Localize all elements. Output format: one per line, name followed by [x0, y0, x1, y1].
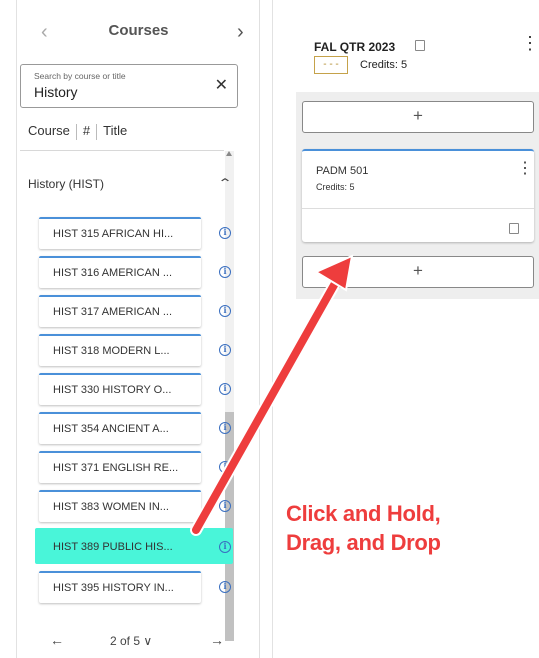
course-item[interactable]: HIST 316 AMERICAN ...: [39, 256, 201, 288]
course-item[interactable]: HIST 354 ANCIENT A...: [39, 412, 201, 444]
chevron-right-icon[interactable]: ›: [237, 20, 244, 44]
add-course-button[interactable]: +: [302, 101, 534, 133]
course-item[interactable]: HIST 383 WOMEN IN...: [39, 490, 201, 522]
scroll-up-arrow-icon[interactable]: [226, 151, 232, 156]
column-divider: [272, 0, 273, 658]
info-icon[interactable]: i: [219, 581, 231, 593]
sort-course[interactable]: Course: [28, 123, 70, 138]
term-status-badge: - - -: [314, 56, 348, 74]
panel-header: ‹ Courses ›: [17, 20, 260, 46]
term-title: FAL QTR 2023: [314, 40, 396, 54]
course-item[interactable]: HIST 317 AMERICAN ...: [39, 295, 201, 327]
search-value[interactable]: History: [34, 84, 78, 100]
annotation-line-1: Click and Hold,: [286, 501, 441, 526]
scrollbar-thumb[interactable]: [225, 412, 234, 641]
panel-title: Courses: [108, 22, 169, 39]
course-card-title: PADM 501: [316, 165, 369, 177]
info-icon[interactable]: i: [219, 344, 231, 356]
info-icon[interactable]: i: [219, 227, 231, 239]
page-select[interactable]: 2 of 5 ∨: [110, 634, 152, 648]
search-input[interactable]: Search by course or title History ✕: [20, 64, 238, 108]
info-icon[interactable]: i: [219, 541, 231, 553]
chevron-up-icon[interactable]: ⌃: [217, 176, 232, 190]
divider: [302, 208, 534, 209]
search-label: Search by course or title: [34, 71, 126, 81]
info-icon[interactable]: i: [219, 305, 231, 317]
instruction-annotation: Click and Hold, Drag, and Drop: [286, 499, 441, 557]
arrow-left-icon[interactable]: ←: [50, 632, 64, 648]
course-item[interactable]: HIST 315 AFRICAN HI...: [39, 217, 201, 249]
close-icon[interactable]: ✕: [215, 77, 228, 95]
divider: [20, 150, 224, 151]
course-card-credits: Credits: 5: [316, 182, 355, 192]
arrow-right-icon[interactable]: →: [210, 632, 224, 648]
course-item[interactable]: HIST 318 MODERN L...: [39, 334, 201, 366]
pager: ← 2 of 5 ∨ →: [20, 632, 230, 652]
more-options-icon[interactable]: ⋮: [521, 34, 539, 52]
note-icon[interactable]: [509, 223, 519, 234]
add-course-button[interactable]: +: [302, 256, 534, 288]
sort-title[interactable]: Title: [103, 123, 127, 138]
planned-course-card[interactable]: PADM 501 Credits: 5 ⋮: [302, 149, 534, 242]
info-icon[interactable]: i: [219, 266, 231, 278]
course-item[interactable]: HIST 395 HISTORY IN...: [39, 571, 201, 603]
term-credits: Credits: 5: [360, 59, 408, 71]
info-icon[interactable]: i: [219, 383, 231, 395]
sort-row: Course # Title: [28, 123, 127, 140]
course-item-highlighted[interactable]: HIST 389 PUBLIC HIS...: [35, 528, 233, 564]
info-icon[interactable]: i: [219, 500, 231, 512]
info-icon[interactable]: i: [219, 461, 231, 473]
info-icon[interactable]: i: [219, 422, 231, 434]
more-options-icon[interactable]: ⋮: [517, 158, 533, 178]
sort-number[interactable]: #: [83, 123, 90, 138]
course-item[interactable]: HIST 371 ENGLISH RE...: [39, 451, 201, 483]
annotation-line-2: Drag, and Drop: [286, 530, 441, 555]
group-header[interactable]: History (HIST): [28, 177, 104, 191]
note-icon[interactable]: [415, 40, 425, 51]
course-item[interactable]: HIST 330 HISTORY O...: [39, 373, 201, 405]
